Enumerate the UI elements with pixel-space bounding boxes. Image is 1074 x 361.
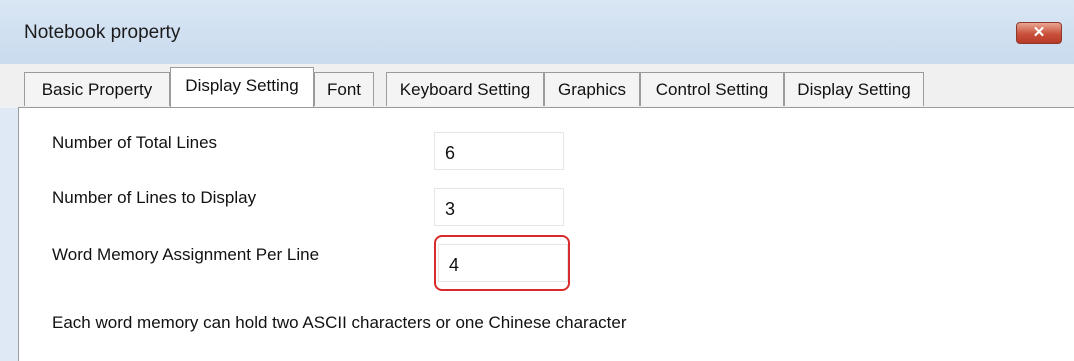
total-lines-input[interactable]: 6 — [434, 132, 564, 170]
tab-display-setting[interactable]: Display Setting — [170, 67, 314, 108]
close-icon: ✕ — [1032, 24, 1046, 41]
close-button[interactable]: ✕ — [1016, 22, 1062, 44]
display-lines-label: Number of Lines to Display — [52, 188, 257, 207]
word-memory-label: Word Memory Assignment Per Line — [52, 245, 320, 264]
tab-control-setting[interactable]: Control Setting — [640, 72, 784, 106]
tab-font[interactable]: Font — [314, 72, 374, 106]
word-memory-note: Each word memory can hold two ASCII char… — [52, 313, 627, 332]
tab-keyboard-setting[interactable]: Keyboard Setting — [386, 72, 544, 106]
tab-graphics[interactable]: Graphics — [544, 72, 640, 106]
tab-display-setting-2[interactable]: Display Setting — [784, 72, 924, 106]
title-bar[interactable]: Notebook property ✕ — [0, 0, 1074, 64]
total-lines-label: Number of Total Lines — [52, 133, 218, 152]
dialog-title: Notebook property — [24, 22, 181, 43]
tab-basic-property[interactable]: Basic Property — [24, 72, 170, 106]
display-lines-input[interactable]: 3 — [434, 188, 564, 226]
highlight-box — [434, 235, 570, 291]
notebook-property-dialog: Notebook property ✕ Basic Property Displ… — [0, 0, 1074, 361]
